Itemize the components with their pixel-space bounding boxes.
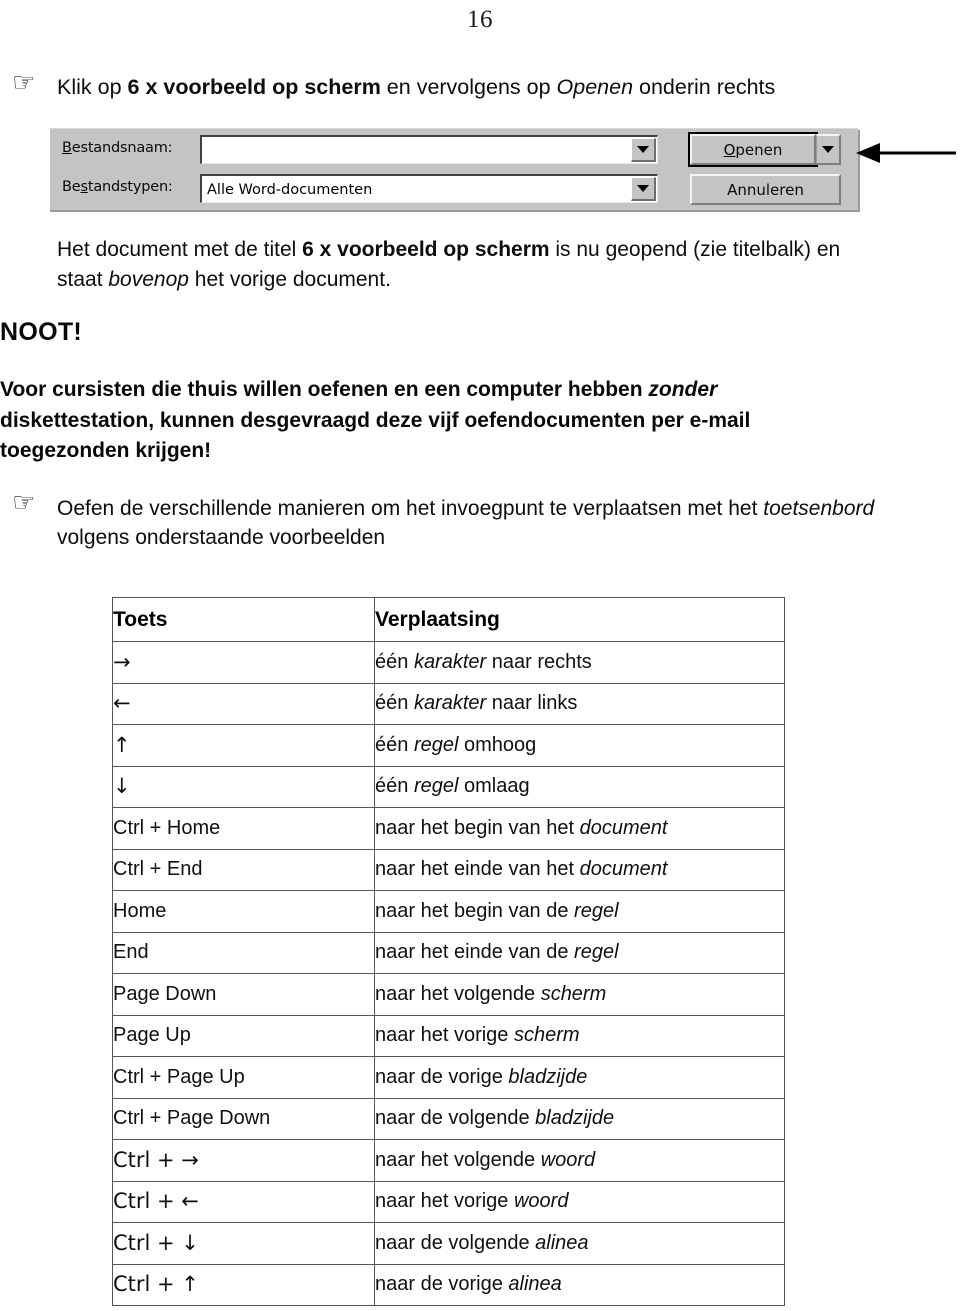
- cell-key: Ctrl + End: [112, 848, 375, 891]
- chevron-down-icon: [637, 146, 649, 153]
- cell-key: Home: [112, 890, 375, 933]
- table-row: ← één karakter naar links: [112, 682, 785, 725]
- open-dropdown-button[interactable]: [816, 134, 841, 165]
- noot-line-1: Voor cursisten die thuis willen oefenen …: [0, 378, 718, 401]
- cell-key: Ctrl + ↑: [112, 1263, 375, 1306]
- noot-line-2: diskettestation, kunnen desgevraagd deze…: [0, 408, 751, 432]
- cell-key: Ctrl + ↓: [112, 1222, 375, 1265]
- cell-key: Ctrl + →: [112, 1139, 375, 1182]
- table-row: End naar het einde van de regel: [112, 931, 785, 974]
- filetype-value[interactable]: Alle Word-documenten: [202, 176, 630, 202]
- table-row: Ctrl + Home naar het begin van het docume…: [112, 807, 785, 850]
- noot-heading: NOOT!: [0, 318, 83, 346]
- cell-description: naar de vorige bladzijde: [374, 1056, 785, 1099]
- filetype-dropdown-button[interactable]: [631, 177, 656, 201]
- open-button[interactable]: Openen: [688, 132, 818, 167]
- table-row: ↓ één regel omlaag: [112, 765, 785, 808]
- paragraph-line-1: Het document met de titel 6 x voorbeeld …: [57, 238, 841, 261]
- chevron-down-icon: [822, 146, 834, 153]
- cell-key: Ctrl + Home: [112, 807, 375, 850]
- instruction-line-1: Klik op 6 x voorbeeld op scherm en vervo…: [57, 75, 776, 99]
- filetype-label: Bestandstypen:: [62, 179, 173, 195]
- column-header-verplaatsing: Verplaatsing: [374, 597, 785, 642]
- table-row: Ctrl + ↑ naar de vorige alinea: [112, 1263, 785, 1306]
- cell-description: naar de volgende bladzijde: [374, 1097, 785, 1140]
- cell-key: Page Up: [112, 1014, 375, 1057]
- cell-key: Page Down: [112, 973, 375, 1016]
- cell-description: naar het einde van het document: [374, 848, 785, 891]
- cell-description: naar het einde van de regel: [374, 931, 785, 974]
- table-body: → één karakter naar rechts ← één karakter n…: [112, 641, 785, 1306]
- noot-line-3: toegezonden krijgen!: [0, 439, 212, 462]
- cell-description: één regel omlaag: [374, 765, 785, 808]
- cell-description: naar het vorige woord: [374, 1180, 785, 1223]
- annotation-left-arrow-icon: [856, 143, 956, 163]
- filename-combobox[interactable]: [200, 135, 658, 164]
- cell-key: End: [112, 931, 375, 974]
- page-number: 16: [467, 6, 493, 33]
- cell-description: naar het begin van de regel: [374, 890, 785, 933]
- table-row: Ctrl + Page Up naar de vorige bladzijde: [112, 1056, 785, 1099]
- cell-description: naar het begin van het document: [374, 807, 785, 850]
- cell-description: naar het vorige scherm: [374, 1014, 785, 1057]
- cancel-button[interactable]: Annuleren: [690, 174, 841, 205]
- cell-description: naar het volgende scherm: [374, 973, 785, 1016]
- cell-key: Ctrl + ←: [112, 1180, 375, 1223]
- table-header-row: Toets Verplaatsing: [112, 597, 785, 642]
- pointing-hand-icon: ☞: [12, 68, 36, 98]
- table-row: Page Up naar het vorige scherm: [112, 1014, 785, 1057]
- cell-description: één karakter naar links: [374, 682, 785, 725]
- cell-key: ↑: [112, 724, 375, 767]
- pointing-hand-icon-2: ☞: [12, 488, 36, 518]
- cell-key: ←: [112, 682, 375, 725]
- column-header-toets: Toets: [112, 597, 375, 642]
- noot-body: Voor cursisten die thuis willen oefenen …: [0, 375, 900, 467]
- table-row: Ctrl + ↓ naar de volgende alinea: [112, 1222, 785, 1265]
- table-row: Ctrl + ← naar het vorige woord: [112, 1180, 785, 1223]
- open-file-dialog: Bestandsnaam: Bestandstypen: Alle Word-d…: [48, 128, 858, 210]
- cell-description: naar het volgende woord: [374, 1139, 785, 1182]
- instruction-2-line-2: volgens onderstaande voorbeelden: [57, 526, 386, 549]
- table-row: Home naar het begin van de regel: [112, 890, 785, 933]
- filename-dropdown-button[interactable]: [631, 138, 656, 162]
- filename-label: Bestandsnaam:: [62, 140, 173, 156]
- cell-key: Ctrl + Page Down: [112, 1097, 375, 1140]
- cell-key: ↓: [112, 765, 375, 808]
- filename-input[interactable]: [202, 137, 630, 163]
- table-row: Ctrl + Page Down naar de volgende bladzij…: [112, 1097, 785, 1140]
- table-row: Ctrl + End naar het einde van het documen…: [112, 848, 785, 891]
- keyboard-shortcut-table: Toets Verplaatsing → één karakter naar re…: [112, 597, 785, 1306]
- cell-key: Ctrl + Page Up: [112, 1056, 375, 1099]
- instruction-2-line-1: Oefen de verschillende manieren om het i…: [57, 497, 875, 520]
- table-row: Page Down naar het volgende scherm: [112, 973, 785, 1016]
- chevron-down-icon: [637, 185, 649, 192]
- filetype-combobox[interactable]: Alle Word-documenten: [200, 174, 658, 203]
- cell-description: één karakter naar rechts: [374, 641, 785, 684]
- cell-description: naar de volgende alinea: [374, 1222, 785, 1265]
- table-row: ↑ één regel omhoog: [112, 724, 785, 767]
- table-row: → één karakter naar rechts: [112, 641, 785, 684]
- table-row: Ctrl + → naar het volgende woord: [112, 1139, 785, 1182]
- cell-key: →: [112, 641, 375, 684]
- instruction-line-2: Oefen de verschillende manieren om het i…: [57, 494, 960, 552]
- cell-description: naar de vorige alinea: [374, 1263, 785, 1306]
- cell-description: één regel omhoog: [374, 724, 785, 767]
- paragraph-document-opened: Het document met de titel 6 x voorbeeld …: [57, 235, 947, 295]
- paragraph-line-2: staat bovenop het vorige document.: [57, 268, 391, 291]
